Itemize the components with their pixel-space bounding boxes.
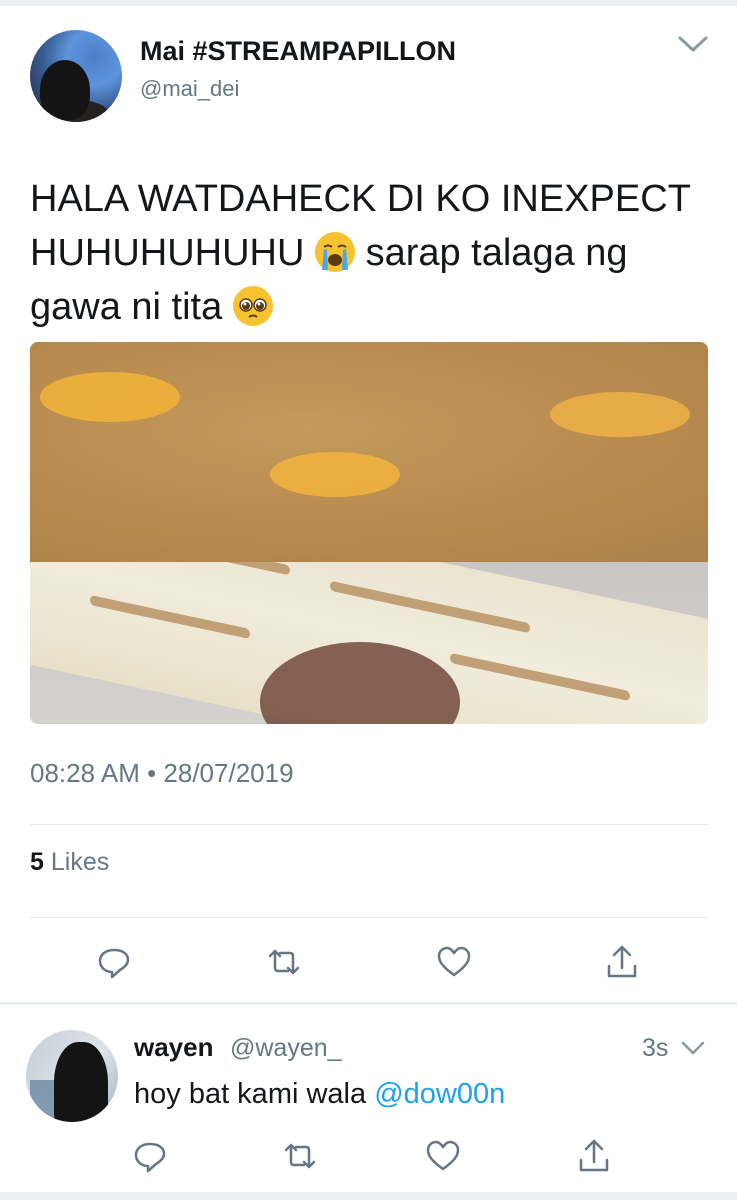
share-icon bbox=[579, 1139, 609, 1172]
like-button[interactable] bbox=[425, 1138, 461, 1174]
retweet-icon bbox=[268, 949, 300, 975]
retweet-button[interactable] bbox=[266, 944, 302, 980]
top-divider bbox=[0, 0, 737, 6]
heart-icon bbox=[437, 946, 471, 977]
share-button[interactable] bbox=[576, 1138, 612, 1174]
reply-button[interactable] bbox=[96, 944, 132, 980]
pleading-face-icon bbox=[232, 286, 273, 326]
reply-icon bbox=[134, 1142, 166, 1173]
reply-icon bbox=[98, 948, 130, 979]
author-display-name[interactable]: Mai #STREAMPAPILLON bbox=[140, 36, 456, 67]
author-avatar[interactable] bbox=[30, 30, 122, 122]
tweet-photo[interactable] bbox=[30, 342, 708, 724]
reply-author-handle[interactable]: @wayen_ bbox=[230, 1034, 342, 1063]
reply-author-avatar[interactable] bbox=[26, 1030, 118, 1122]
likes-label: Likes bbox=[50, 848, 110, 876]
divider bbox=[30, 824, 708, 825]
divider bbox=[30, 917, 708, 918]
likes-summary[interactable]: 5 Likes bbox=[30, 848, 109, 877]
reply-text: hoy bat kami wala @dow00n bbox=[134, 1078, 505, 1111]
chevron-down-icon[interactable] bbox=[679, 1038, 707, 1058]
tweet-text: HALA WATDAHECK DI KO INEXPECT HUHUHUHUHU… bbox=[30, 172, 720, 334]
mention-link[interactable]: @dow00n bbox=[374, 1078, 505, 1110]
loudly-crying-face-icon bbox=[315, 232, 355, 272]
bottom-divider bbox=[0, 1192, 737, 1200]
chevron-down-icon[interactable] bbox=[676, 32, 710, 56]
retweet-icon bbox=[284, 1143, 316, 1169]
author-handle[interactable]: @mai_dei bbox=[140, 76, 239, 102]
likes-count: 5 bbox=[30, 848, 44, 876]
section-divider bbox=[0, 1002, 737, 1005]
reply-button[interactable] bbox=[132, 1138, 168, 1174]
heart-icon bbox=[426, 1140, 460, 1171]
reply-text-body: hoy bat kami wala bbox=[134, 1078, 367, 1110]
like-button[interactable] bbox=[436, 944, 472, 980]
share-button[interactable] bbox=[604, 944, 640, 980]
reply-timestamp: 3s bbox=[642, 1034, 669, 1062]
reply-author-name[interactable]: wayen bbox=[134, 1032, 214, 1063]
tweet-timestamp: 08:28 AM • 28/07/2019 bbox=[30, 758, 294, 788]
share-icon bbox=[607, 945, 637, 978]
retweet-button[interactable] bbox=[282, 1138, 318, 1174]
